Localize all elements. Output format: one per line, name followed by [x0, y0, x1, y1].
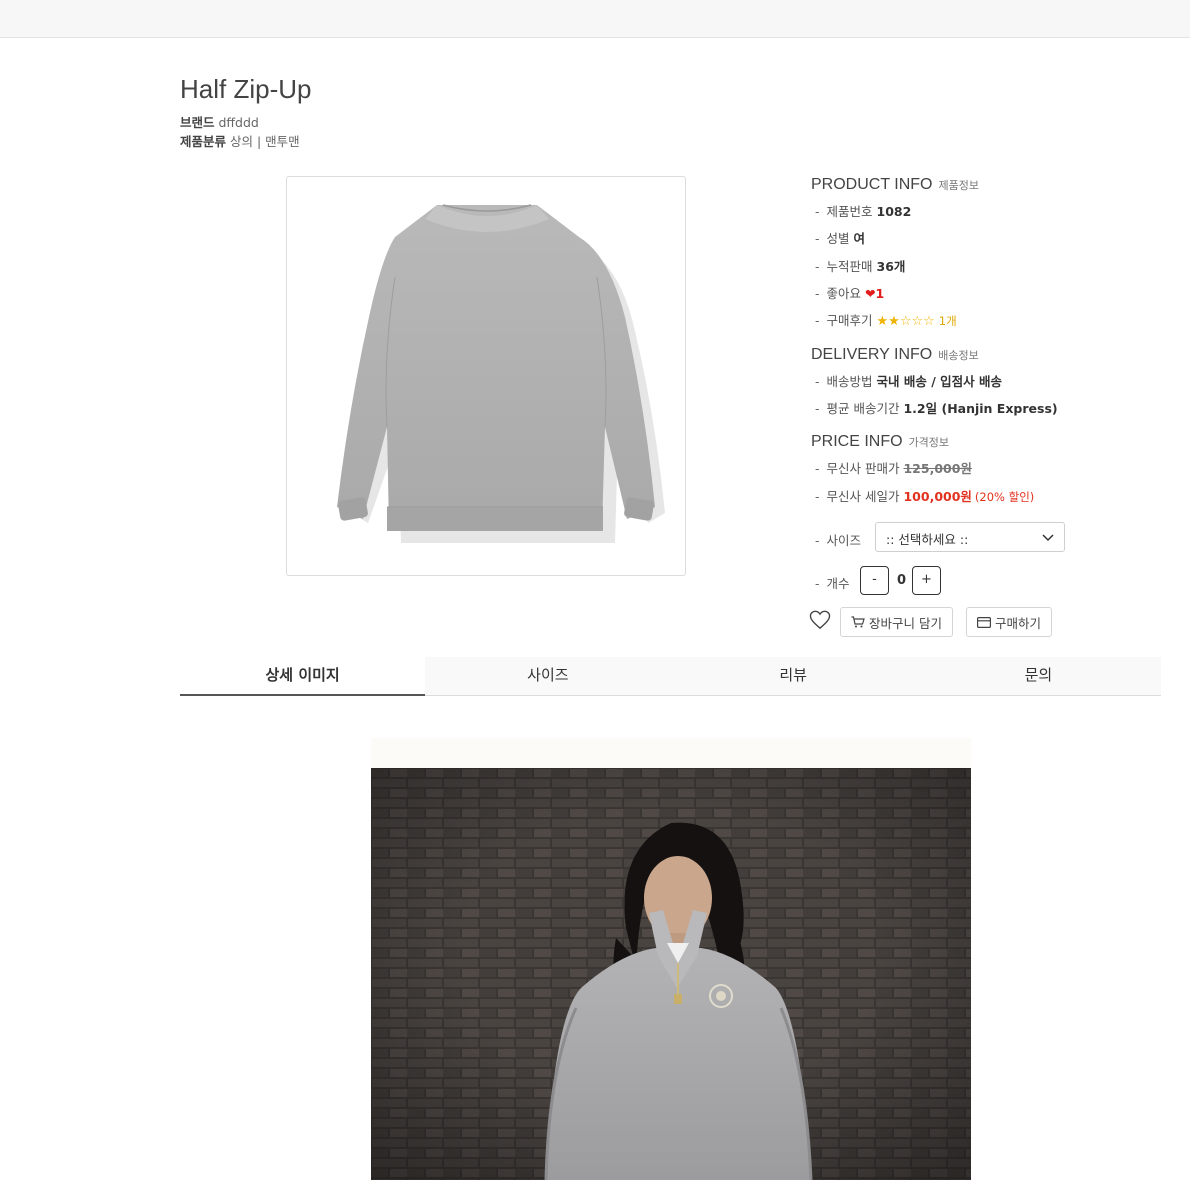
product-info-title: PRODUCT INFO: [811, 176, 933, 193]
info-label: 구매후기: [826, 313, 873, 328]
size-row: - 사이즈 :: 선택하세요 ::: [815, 522, 1065, 552]
price-row-original: - 무신사 판매가 125,000원: [815, 461, 972, 476]
quantity-minus-button[interactable]: -: [860, 566, 889, 595]
brand-value[interactable]: dffddd: [219, 115, 259, 130]
delivery-row-period: - 평균 배송기간 1.2일 (Hanjin Express): [815, 401, 1058, 416]
tab-inquiry[interactable]: 문의: [916, 657, 1161, 695]
price-label: 무신사 세일가: [826, 489, 900, 504]
discount-rate: (20% 할인): [974, 490, 1035, 504]
buy-now-label: 구매하기: [995, 615, 1042, 631]
top-nav-bar: [0, 0, 1190, 38]
info-label: 좋아요: [826, 286, 862, 301]
chevron-down-icon: [1042, 534, 1054, 542]
delivery-row-method: - 배송방법 국내 배송 / 입점사 배송: [815, 374, 1002, 389]
delivery-info-title: DELIVERY INFO: [811, 346, 933, 363]
quantity-row: - 개수: [815, 576, 850, 591]
info-value: 1082: [876, 204, 912, 219]
tab-size[interactable]: 사이즈: [425, 657, 670, 695]
rating-stars: ★★☆☆☆: [877, 314, 935, 329]
star-filled-icon: ★: [876, 314, 889, 329]
likes-count: 1: [875, 286, 885, 301]
info-value: 36개: [876, 259, 906, 274]
info-label: 제품번호: [826, 204, 873, 219]
add-to-cart-button[interactable]: 장바구니 담기: [840, 607, 953, 637]
brand-label: 브랜드: [180, 115, 215, 130]
price-info-subtitle: 가격정보: [908, 436, 950, 449]
info-row-likes: - 좋아요 ❤1: [815, 286, 885, 301]
product-info-header: PRODUCT INFO 제품정보: [811, 174, 979, 194]
wishlist-heart-icon[interactable]: [809, 610, 831, 630]
add-to-cart-label: 장바구니 담기: [869, 615, 942, 631]
delivery-label: 배송방법: [826, 374, 873, 389]
info-label: 누적판매: [826, 259, 873, 274]
brand-line: 브랜드 dffddd: [180, 112, 259, 131]
info-row-gender: - 성별 여: [815, 231, 866, 246]
delivery-value: 국내 배송 / 입점사 배송: [876, 374, 1002, 389]
price-label: 무신사 판매가: [826, 461, 900, 476]
delivery-value: 1.2일 (Hanjin Express): [903, 401, 1058, 416]
star-empty-icon: ☆: [899, 314, 912, 329]
delivery-info-subtitle: 배송정보: [938, 349, 979, 362]
info-row-total-sales: - 누적판매 36개: [815, 259, 906, 274]
tab-detail-images[interactable]: 상세 이미지: [180, 657, 426, 696]
info-row-reviews: - 구매후기 ★★☆☆☆ 1개: [815, 313, 957, 329]
delivery-info-header: DELIVERY INFO 배송정보: [811, 344, 979, 364]
product-main-image: [286, 176, 686, 576]
category-label: 제품분류: [180, 134, 227, 149]
category-value[interactable]: 상의 | 맨투맨: [230, 134, 300, 149]
star-empty-icon: ☆: [911, 314, 924, 329]
quantity-value: 0: [897, 573, 907, 588]
info-row-product-number: - 제품번호 1082: [815, 204, 912, 219]
info-label: 성별: [826, 231, 850, 246]
size-select-value: :: 선택하세요 ::: [886, 532, 969, 547]
sale-price: 100,000원: [903, 489, 972, 504]
star-filled-icon: ★: [888, 314, 900, 329]
heart-filled-icon: ❤: [865, 286, 876, 301]
card-icon: [977, 616, 991, 628]
info-value: 여: [853, 231, 866, 246]
price-row-sale: - 무신사 세일가 100,000원 (20% 할인): [815, 489, 1035, 504]
product-info-subtitle: 제품정보: [938, 179, 979, 192]
price-info-header: PRICE INFO 가격정보: [811, 431, 949, 451]
original-price: 125,000원: [903, 461, 972, 476]
delivery-label: 평균 배송기간: [826, 401, 900, 416]
cart-icon: [851, 616, 865, 628]
product-detail-image: [371, 738, 971, 1180]
star-empty-icon: ☆: [923, 314, 935, 329]
size-select[interactable]: :: 선택하세요 ::: [875, 522, 1065, 552]
price-info-title: PRICE INFO: [811, 433, 903, 450]
quantity-plus-button[interactable]: +: [912, 566, 941, 595]
buy-now-button[interactable]: 구매하기: [966, 607, 1053, 637]
size-label: 사이즈: [826, 533, 862, 548]
review-count[interactable]: 1개: [939, 314, 957, 328]
product-tabs: 상세 이미지 사이즈 리뷰 문의: [180, 657, 1161, 696]
category-line: 제품분류 상의 | 맨투맨: [180, 131, 300, 150]
tab-reviews[interactable]: 리뷰: [671, 657, 916, 695]
product-title: Half Zip-Up: [180, 74, 312, 104]
quantity-label: 개수: [826, 576, 850, 591]
